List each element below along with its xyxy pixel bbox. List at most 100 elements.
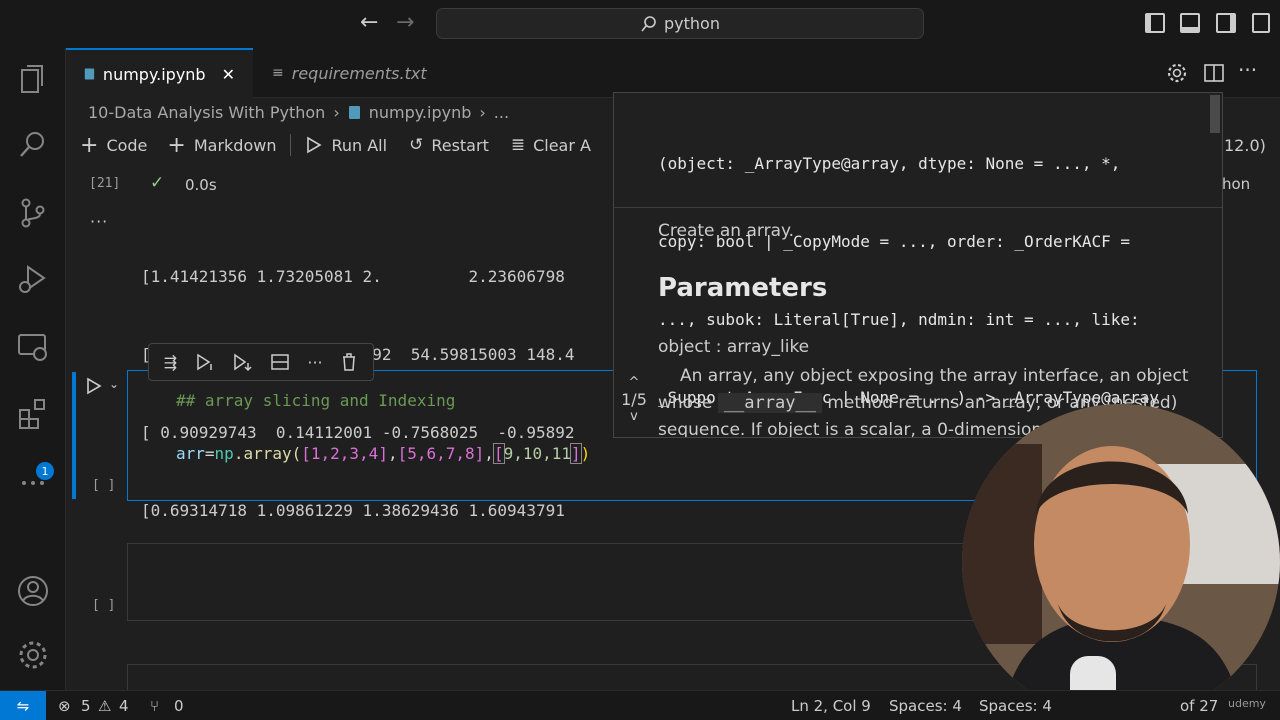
next-overload-chevron-down-icon[interactable]: v <box>614 409 654 424</box>
popup-scrollbar[interactable] <box>1210 95 1220 133</box>
code-comment[interactable]: ## array slicing and Indexing <box>176 391 455 410</box>
run-below-icon[interactable] <box>232 352 252 372</box>
output-line: [1.41421356 1.73205081 2. 2.23606798 <box>141 267 565 286</box>
split-cell-icon[interactable] <box>270 352 290 372</box>
toggle-secondary-sidebar-icon[interactable] <box>1216 13 1236 33</box>
token-numbers: 9,10,11 <box>503 444 572 463</box>
close-tab-icon[interactable]: ✕ <box>222 65 235 84</box>
token-comma: , <box>387 444 398 463</box>
execute-above-icon[interactable]: ⇶ <box>164 353 177 372</box>
warning-icon[interactable]: ⚠ <box>98 697 111 715</box>
code-label: Code <box>106 135 148 155</box>
restart-icon: ↺ <box>409 135 424 155</box>
run-cell-icon[interactable] <box>86 377 102 395</box>
overload-navigator: ^ 1/5 v <box>614 375 654 424</box>
run-all-button[interactable]: Run All <box>305 136 387 155</box>
doc-summary: Create an array. <box>658 221 795 241</box>
more-icon[interactable] <box>16 466 50 500</box>
kernel-label-fragment[interactable]: hon <box>1222 175 1250 193</box>
success-check-icon: ✓ <box>150 173 165 193</box>
output-line: [0.69314718 1.09861229 1.38629436 1.6094… <box>141 501 565 520</box>
back-arrow-icon[interactable]: ← <box>360 10 378 35</box>
tab-label: requirements.txt <box>291 63 427 83</box>
toolbar-divider <box>290 134 292 156</box>
toggle-sidebar-icon[interactable] <box>1145 13 1165 33</box>
ports-count[interactable]: 0 <box>174 697 184 715</box>
delete-cell-trash-icon[interactable] <box>340 352 358 372</box>
previous-overload-chevron-up-icon[interactable]: ^ <box>614 375 654 390</box>
clear-label: Clear A <box>533 135 591 155</box>
active-cell-indicator <box>72 372 76 499</box>
params-heading: Parameters <box>658 273 828 303</box>
command-center-search[interactable]: python <box>436 8 924 39</box>
remote-explorer-icon[interactable] <box>16 330 50 364</box>
breadcrumb: 10-Data Analysis With Python › numpy.ipy… <box>88 101 509 123</box>
execution-count: [ ] <box>92 478 116 493</box>
split-editor-icon[interactable] <box>1203 62 1225 84</box>
restart-button[interactable]: ↺ Restart <box>409 135 489 155</box>
text-cursor: ] <box>570 443 582 464</box>
plus-icon: + <box>167 132 186 158</box>
error-icon[interactable]: ⊗ <box>58 697 71 715</box>
breadcrumb-file[interactable]: numpy.ipynb <box>369 103 472 122</box>
forward-arrow-icon[interactable]: → <box>396 10 414 35</box>
breadcrumb-folder[interactable]: 10-Data Analysis With Python <box>88 103 325 122</box>
run-options-chevron-down-icon[interactable]: ⌄ <box>109 377 119 391</box>
cell-toolbar: ⇶ ··· <box>148 343 374 381</box>
breadcrumb-more[interactable]: ... <box>494 103 509 122</box>
tab-requirements-txt[interactable]: ≡ requirements.txt <box>254 48 454 98</box>
account-icon[interactable] <box>16 574 50 608</box>
explorer-icon[interactable] <box>16 62 50 96</box>
cursor-position[interactable]: Ln 2, Col 9 <box>791 697 871 715</box>
run-debug-icon[interactable] <box>16 262 50 296</box>
add-code-cell-button[interactable]: + Code <box>80 133 147 158</box>
indentation[interactable]: Spaces: 4 <box>979 697 1052 715</box>
source-control-icon[interactable] <box>16 196 50 230</box>
remote-indicator-icon[interactable]: ⇋ <box>0 691 46 720</box>
execution-time: 0.0s <box>185 176 217 194</box>
execute-cell-and-below-icon[interactable] <box>195 352 215 372</box>
more-actions-icon[interactable]: ··· <box>1238 58 1257 82</box>
token-eq: = <box>204 444 215 463</box>
activity-bar: 1 <box>0 48 66 690</box>
customize-layout-icon[interactable] <box>1252 13 1270 33</box>
kernel-version-fragment[interactable]: 12.0) <box>1224 136 1266 155</box>
restart-label: Restart <box>431 135 489 155</box>
tab-numpy-ipynb[interactable]: numpy.ipynb ✕ <box>66 48 253 98</box>
popup-divider <box>614 207 1222 208</box>
notebook-settings-gear-icon[interactable] <box>1166 62 1188 84</box>
settings-gear-icon[interactable] <box>16 638 50 672</box>
more-cell-actions-icon[interactable]: ··· <box>307 353 322 372</box>
toggle-panel-icon[interactable] <box>1180 13 1200 33</box>
overload-count: 1/5 <box>621 390 647 409</box>
indentation[interactable]: Spaces: 4 <box>889 697 962 715</box>
udemy-watermark: udemy <box>1228 697 1266 710</box>
search-icon <box>641 15 656 31</box>
chevron-right-icon: › <box>333 102 340 122</box>
execution-count: [ ] <box>92 598 116 613</box>
token-comma: , <box>484 444 494 463</box>
text-file-icon: ≡ <box>272 65 284 81</box>
status-bar: ⇋ ⊗ 5 ⚠ 4 ⑂ 0 Ln 2, Col 9 Spaces: 4 Spac… <box>0 690 1280 720</box>
warning-count[interactable]: 4 <box>119 697 129 715</box>
extensions-icon[interactable] <box>16 396 50 430</box>
execution-count: [21] <box>89 176 121 191</box>
run-all-icon <box>307 136 323 154</box>
ports-icon[interactable]: ⑂ <box>150 697 159 715</box>
param-desc-code: __array__ <box>717 393 822 413</box>
notebook-file-icon <box>348 105 360 119</box>
token-bracket: [ <box>492 443 505 464</box>
code-line-array[interactable]: arr=np.array([1,2,3,4],[5,6,7,8],[9,10,1… <box>176 443 590 464</box>
token-var: arr <box>176 444 205 463</box>
token-fn: .array( <box>233 444 302 463</box>
page-indicator: of 27 <box>1180 697 1219 715</box>
notebook-toolbar: + Code + Markdown Run All ↺ Restart ≣ Cl… <box>66 129 626 161</box>
editor-tab-bar: numpy.ipynb ✕ ≡ requirements.txt ··· <box>66 48 1280 98</box>
add-markdown-cell-button[interactable]: + Markdown <box>167 133 276 158</box>
error-count[interactable]: 5 <box>81 697 91 715</box>
plus-icon: + <box>80 132 99 158</box>
output-more-icon[interactable]: ··· <box>90 212 108 231</box>
signature-line: (object: _ArrayType@array, dtype: None =… <box>658 154 1121 173</box>
clear-outputs-button[interactable]: ≣ Clear A <box>511 135 591 155</box>
search-icon[interactable] <box>16 128 50 162</box>
